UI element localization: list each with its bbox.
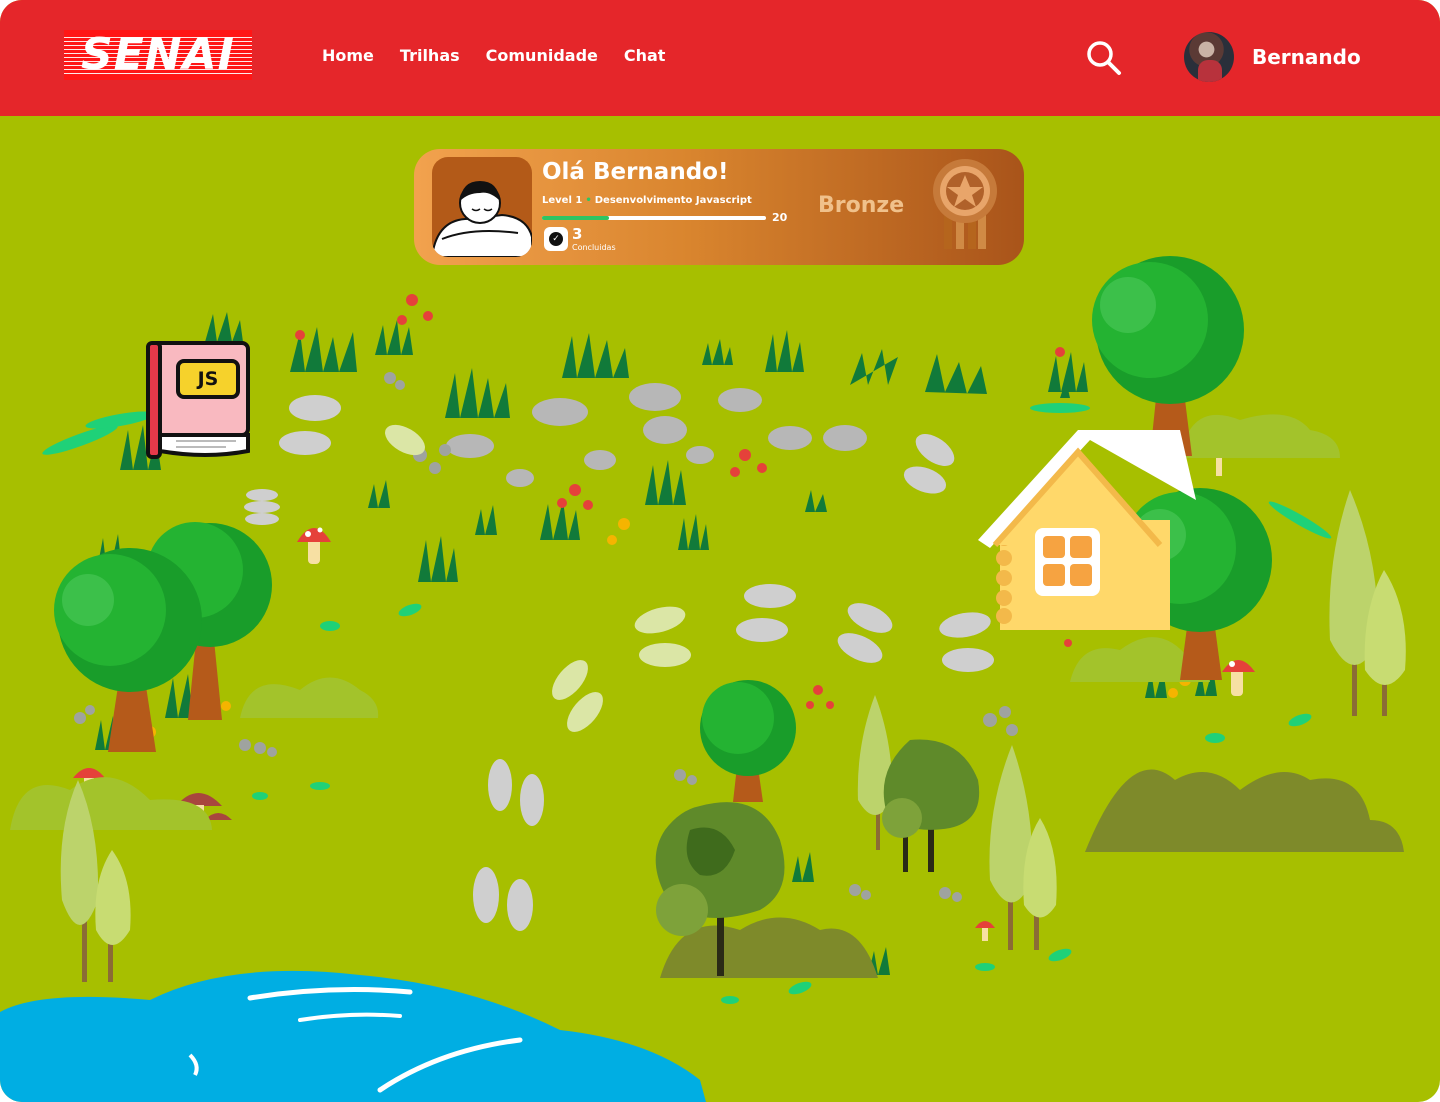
user-name: Bernando [1252, 45, 1361, 69]
main-nav: Home Trilhas Comunidade Chat [322, 46, 665, 65]
nav-home[interactable]: Home [322, 46, 374, 65]
user-menu[interactable]: Bernando [1184, 32, 1361, 82]
senai-logo[interactable]: SENAI [64, 30, 252, 80]
avatar[interactable] [1184, 32, 1234, 82]
top-bar: SENAI Home Trilhas Comunidade Chat Berna… [0, 0, 1440, 116]
house-icon[interactable] [978, 430, 1196, 630]
nav-trilhas[interactable]: Trilhas [400, 46, 460, 65]
nav-comunidade[interactable]: Comunidade [486, 46, 598, 65]
search-icon[interactable] [1084, 38, 1124, 78]
learning-map: JS [0, 116, 1440, 1102]
stone-path [446, 383, 867, 487]
map-scenery [0, 256, 1406, 1102]
logo-text: SENAI [81, 29, 235, 80]
footprints-icon [244, 395, 994, 931]
app-root: SENAI Home Trilhas Comunidade Chat Berna… [0, 0, 1440, 1102]
js-lesson-book[interactable]: JS [146, 341, 252, 465]
nav-chat[interactable]: Chat [624, 46, 666, 65]
js-label: JS [176, 359, 240, 399]
